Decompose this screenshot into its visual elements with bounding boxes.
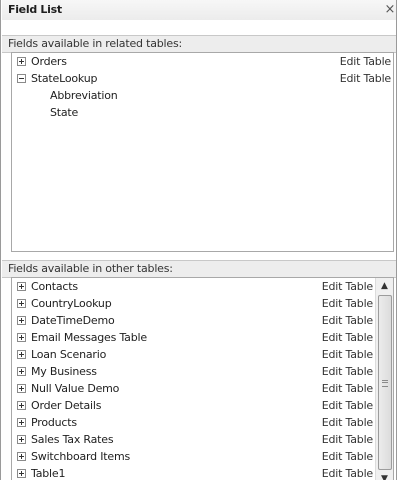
table-name: Loan Scenario (31, 348, 107, 361)
scrollbar-thumb[interactable] (378, 295, 392, 470)
related-table-row[interactable]: StateLookup Edit Table (12, 70, 393, 87)
expand-icon[interactable] (17, 316, 26, 325)
other-tables-list: Contacts Edit Table CountryLookup Edit Tabl… (11, 277, 394, 480)
expand-icon[interactable] (17, 57, 26, 66)
field-name: State (50, 106, 79, 119)
other-table-row[interactable]: My Business Edit Table (12, 363, 393, 380)
field-row[interactable]: State (12, 104, 393, 121)
field-name: Abbreviation (50, 89, 118, 102)
edit-table-link[interactable]: Edit Table (322, 431, 373, 448)
expand-icon[interactable] (17, 367, 26, 376)
table-name: Email Messages Table (31, 331, 147, 344)
expand-icon[interactable] (17, 435, 26, 444)
table-name: CountryLookup (31, 297, 112, 310)
table-name: Contacts (31, 280, 78, 293)
related-tables-list: Orders Edit Table StateLookup Edit Table Abb… (11, 52, 394, 252)
expand-icon[interactable] (17, 452, 26, 461)
expand-icon[interactable] (17, 350, 26, 359)
field-list-title-bar: Field List × (2, 0, 396, 20)
edit-table-link[interactable]: Edit Table (322, 295, 373, 312)
other-table-row[interactable]: CountryLookup Edit Table (12, 295, 393, 312)
other-table-row[interactable]: Table1 Edit Table (12, 465, 393, 480)
expand-icon[interactable] (17, 299, 26, 308)
expand-icon[interactable] (17, 384, 26, 393)
table-name: Null Value Demo (31, 382, 120, 395)
expand-icon[interactable] (17, 469, 26, 478)
other-table-row[interactable]: Products Edit Table (12, 414, 393, 431)
other-table-row[interactable]: Sales Tax Rates Edit Table (12, 431, 393, 448)
edit-table-link[interactable]: Edit Table (340, 53, 391, 70)
edit-table-link[interactable]: Edit Table (322, 465, 373, 480)
other-table-row[interactable]: Switchboard Items Edit Table (12, 448, 393, 465)
other-table-row[interactable]: Order Details Edit Table (12, 397, 393, 414)
expand-icon[interactable] (17, 282, 26, 291)
other-table-row[interactable]: Contacts Edit Table (12, 278, 393, 295)
related-table-row[interactable]: Orders Edit Table (12, 53, 393, 70)
table-name: My Business (31, 365, 97, 378)
table-name: Orders (31, 55, 67, 68)
table-name: Switchboard Items (31, 450, 130, 463)
table-name: Sales Tax Rates (31, 433, 114, 446)
other-table-row[interactable]: Null Value Demo Edit Table (12, 380, 393, 397)
table-name: Table1 (31, 467, 66, 480)
field-list-pane: Field List × Fields available in related… (0, 0, 397, 480)
edit-table-link[interactable]: Edit Table (322, 448, 373, 465)
other-tables-header-label: Fields available in other tables: (8, 262, 173, 275)
scroll-down-icon[interactable]: ▼ (376, 471, 393, 480)
table-name: StateLookup (31, 72, 98, 85)
edit-table-link[interactable]: Edit Table (322, 278, 373, 295)
edit-table-link[interactable]: Edit Table (322, 312, 373, 329)
table-name: DateTimeDemo (31, 314, 115, 327)
edit-table-link[interactable]: Edit Table (322, 346, 373, 363)
other-table-row[interactable]: Loan Scenario Edit Table (12, 346, 393, 363)
edit-table-link[interactable]: Edit Table (340, 70, 391, 87)
edit-table-link[interactable]: Edit Table (322, 380, 373, 397)
table-name: Order Details (31, 399, 102, 412)
table-name: Products (31, 416, 77, 429)
other-table-row[interactable]: DateTimeDemo Edit Table (12, 312, 393, 329)
expand-icon[interactable] (17, 401, 26, 410)
scroll-up-icon[interactable]: ▲ (376, 278, 393, 295)
related-tables-header-label: Fields available in related tables: (8, 37, 182, 50)
close-icon[interactable]: × (382, 1, 396, 19)
edit-table-link[interactable]: Edit Table (322, 329, 373, 346)
expand-icon[interactable] (17, 418, 26, 427)
edit-table-link[interactable]: Edit Table (322, 414, 373, 431)
panel-title: Field List (8, 3, 62, 16)
edit-table-link[interactable]: Edit Table (322, 363, 373, 380)
other-tables-scrollbar[interactable]: ▲ ▼ (375, 278, 393, 480)
other-table-row[interactable]: Email Messages Table Edit Table (12, 329, 393, 346)
collapse-icon[interactable] (17, 74, 26, 83)
edit-table-link[interactable]: Edit Table (322, 397, 373, 414)
related-tables-header: Fields available in related tables: (2, 35, 396, 53)
expand-icon[interactable] (17, 333, 26, 342)
scrollbar-grip-icon (382, 379, 388, 387)
field-row[interactable]: Abbreviation (12, 87, 393, 104)
other-tables-header: Fields available in other tables: (2, 260, 396, 278)
